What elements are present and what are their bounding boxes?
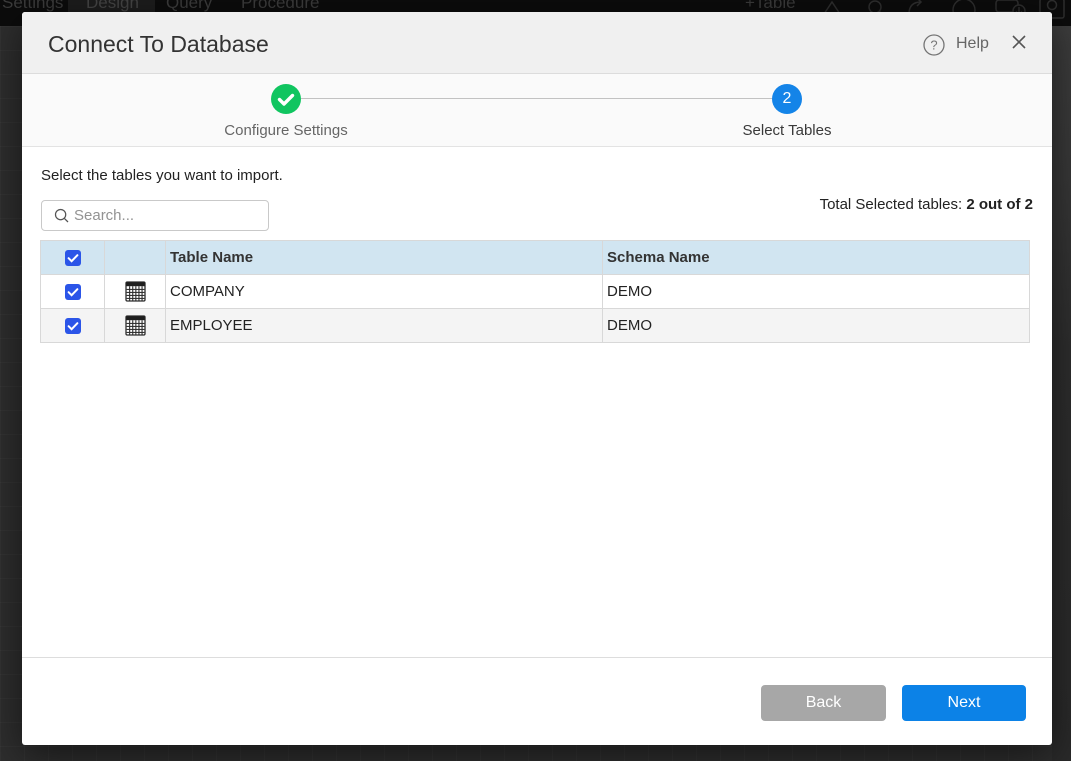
svg-text:?: ? bbox=[930, 38, 937, 53]
